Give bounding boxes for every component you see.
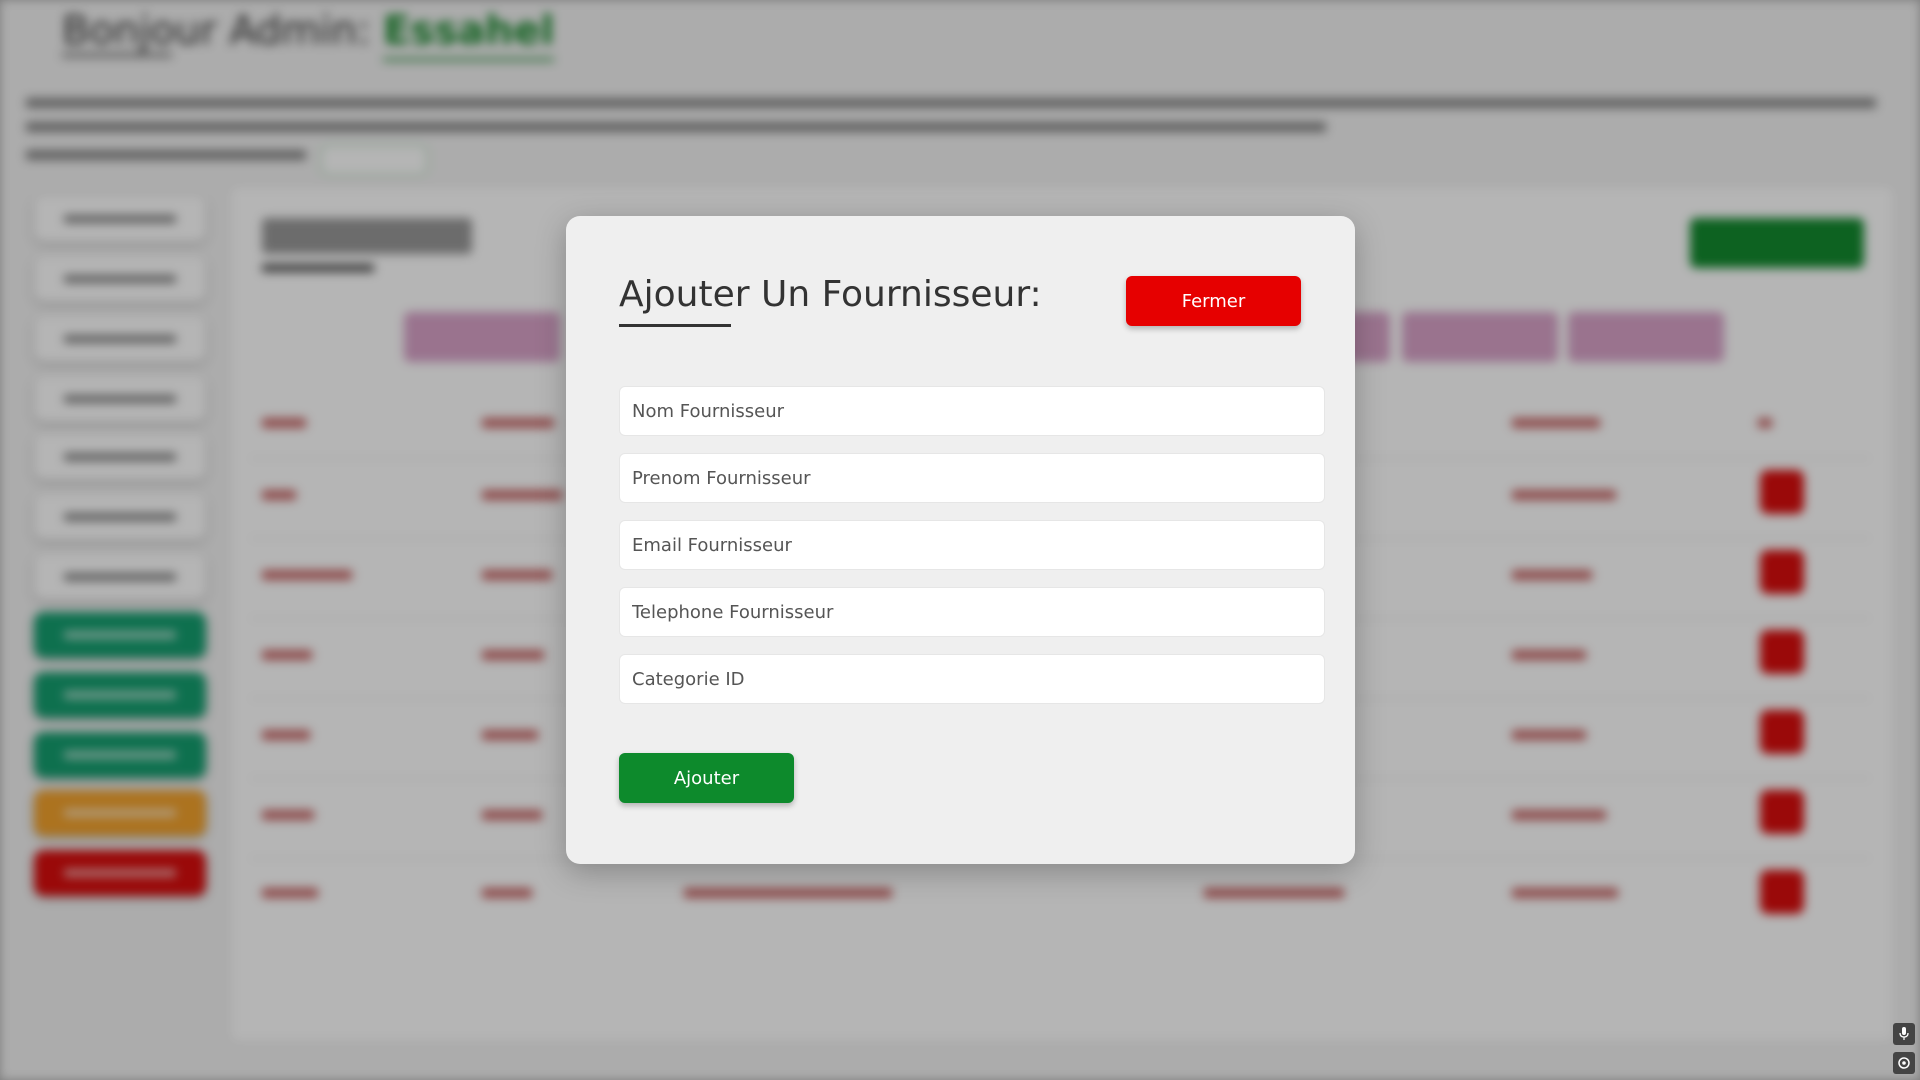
telephone-fournisseur-input[interactable] — [619, 587, 1325, 637]
prenom-fournisseur-input[interactable] — [619, 453, 1325, 503]
categorie-id-input[interactable] — [619, 654, 1325, 704]
email-fournisseur-input[interactable] — [619, 520, 1325, 570]
nom-fournisseur-input[interactable] — [619, 386, 1325, 436]
close-button[interactable]: Fermer — [1126, 276, 1301, 326]
microphone-icon[interactable] — [1893, 1023, 1915, 1045]
submit-button[interactable]: Ajouter — [619, 753, 794, 803]
modal-title-underline — [619, 324, 731, 327]
settings-icon[interactable] — [1893, 1052, 1915, 1074]
modal-title: Ajouter Un Fournisseur: — [619, 274, 1042, 315]
add-supplier-modal: Ajouter Un Fournisseur: Fermer Ajouter — [566, 216, 1355, 864]
